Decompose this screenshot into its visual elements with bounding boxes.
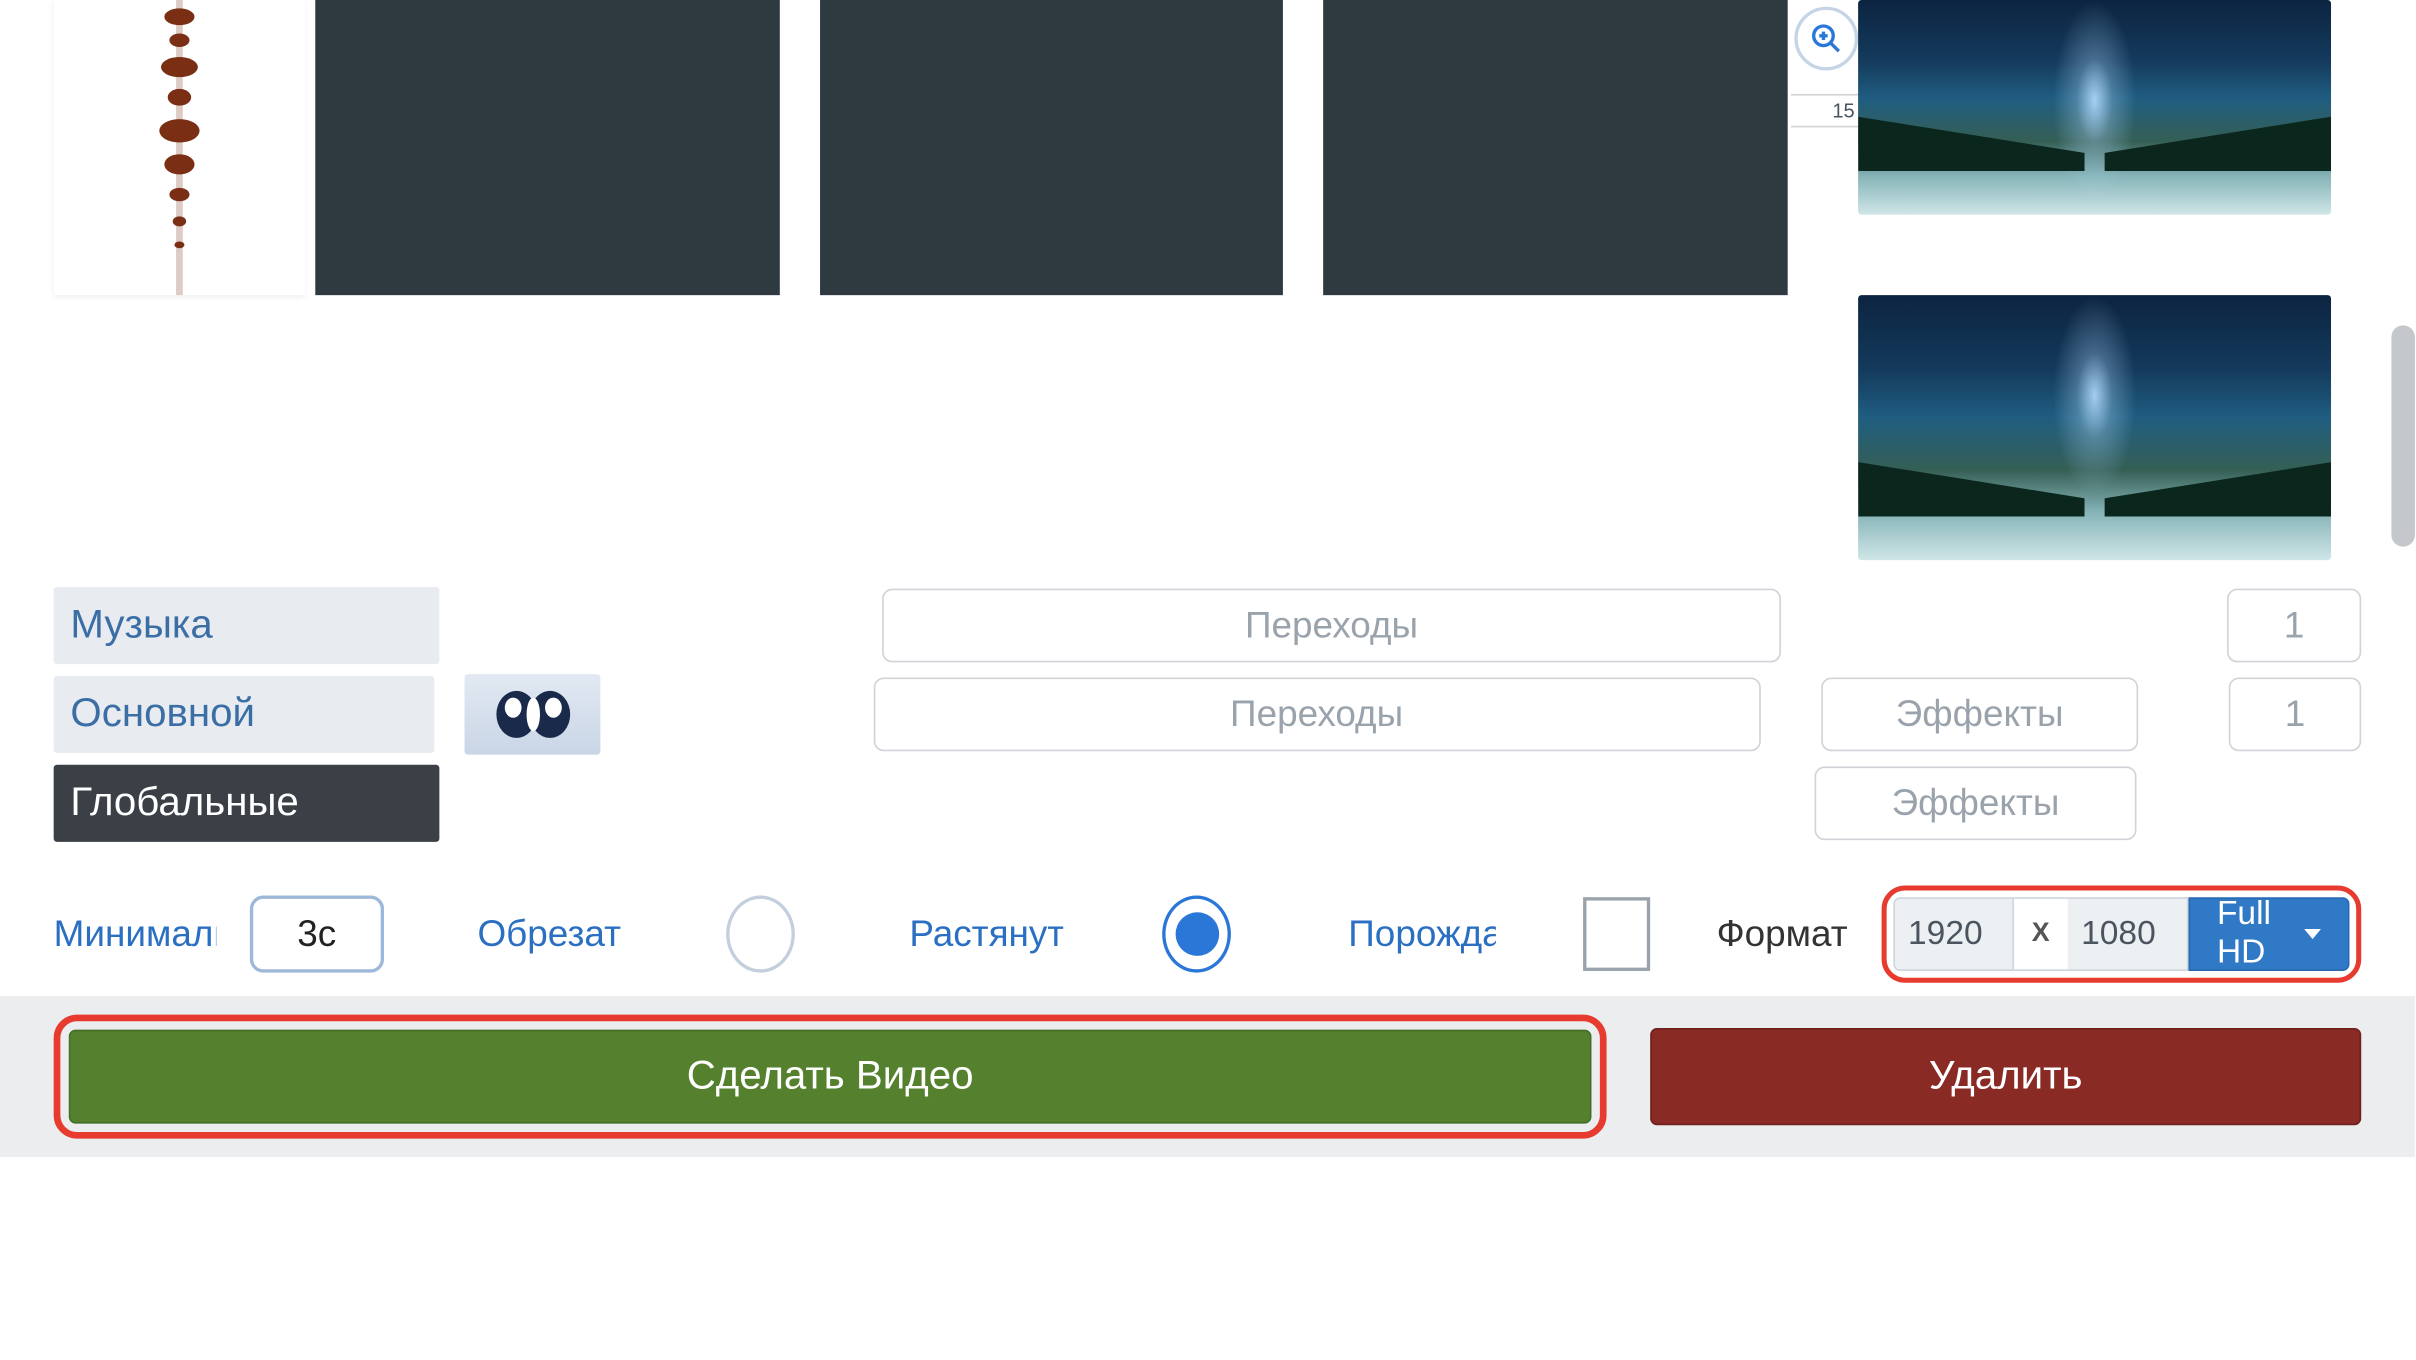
effects-button[interactable]: Эффекты — [1815, 766, 2137, 840]
butterfly-icon — [482, 684, 583, 744]
crop-radio[interactable] — [726, 896, 795, 973]
resolution-preset-label: Full HD — [2217, 896, 2291, 973]
timeline-clip[interactable] — [820, 0, 1284, 295]
format-group: X Full HD — [1881, 885, 2361, 982]
count-input[interactable]: 1 — [2229, 678, 2361, 752]
vertical-scrollbar[interactable] — [2391, 325, 2414, 546]
dimension-separator: X — [2014, 897, 2068, 971]
timeline-clip[interactable] — [1324, 0, 1788, 295]
width-input[interactable] — [1893, 897, 2014, 971]
count-input[interactable]: 1 — [2227, 589, 2361, 663]
effects-button[interactable]: Эффекты — [1821, 678, 2139, 752]
height-input[interactable] — [2068, 897, 2189, 971]
transitions-button[interactable]: Переходы — [882, 589, 1781, 663]
track-music-tag[interactable]: Музыка — [54, 587, 440, 664]
track-global-tag[interactable]: Глобальные — [54, 765, 440, 842]
clip-thumbnail[interactable] — [465, 674, 601, 754]
generate-checkbox[interactable] — [1584, 897, 1650, 971]
min-duration-label: Минимальн — [54, 912, 216, 956]
min-duration-input[interactable] — [250, 896, 384, 973]
stretch-radio[interactable] — [1162, 896, 1231, 973]
resolution-preset-dropdown[interactable]: Full HD — [2188, 897, 2349, 971]
preview-thumbnail[interactable]: 20.833 — [1858, 295, 2331, 560]
timeline-clip[interactable] — [315, 0, 779, 295]
stretch-label: Растянуть — [909, 912, 1062, 956]
audio-waveform[interactable] — [54, 0, 306, 295]
chevron-down-icon — [2304, 929, 2321, 939]
format-label: Формат — [1717, 912, 1848, 956]
generate-label: Порождать — [1348, 912, 1496, 956]
track-main-tag[interactable]: Основной — [54, 676, 435, 753]
preview-thumbnail[interactable] — [1858, 0, 2331, 215]
zoom-in-icon — [1809, 22, 1843, 56]
zoom-in-button[interactable] — [1794, 7, 1858, 71]
waveform-icon — [154, 0, 204, 295]
delete-button[interactable]: Удалить — [1650, 1028, 2361, 1125]
crop-label: Обрезать — [477, 912, 620, 956]
make-video-button[interactable]: Сделать Видео — [69, 1030, 1592, 1124]
make-video-highlight: Сделать Видео — [54, 1015, 1607, 1139]
zoom-tick: 15 — [1791, 94, 1861, 128]
transitions-button[interactable]: Переходы — [873, 678, 1760, 752]
